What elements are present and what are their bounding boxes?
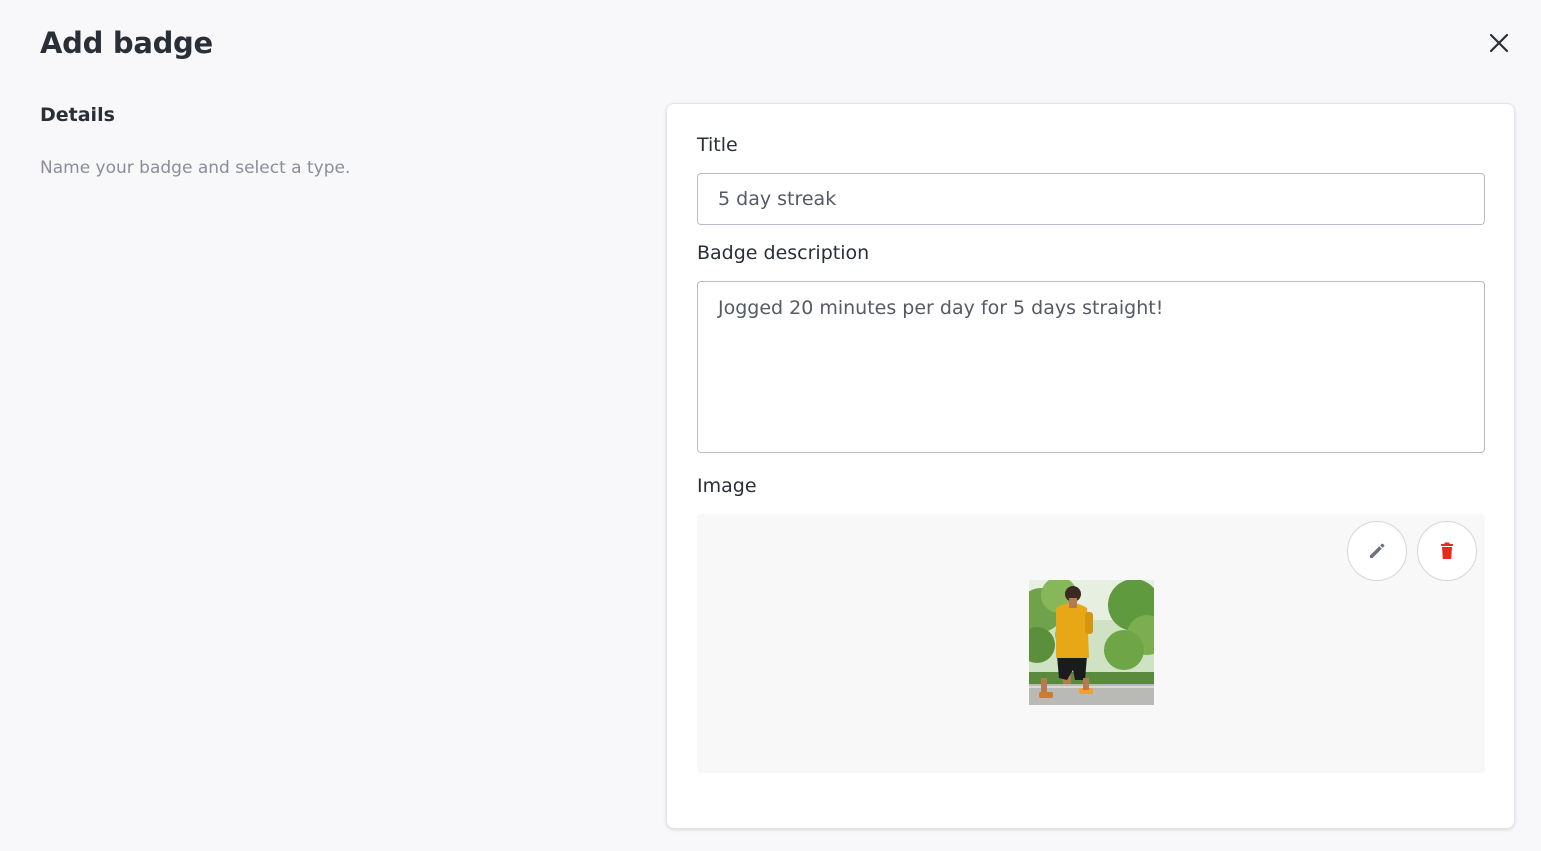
badge-image-thumbnail: [1029, 580, 1154, 705]
page-title: Add badge: [40, 26, 213, 60]
trash-icon: [1441, 542, 1453, 559]
delete-image-button[interactable]: [1417, 521, 1477, 581]
close-button[interactable]: [1484, 28, 1514, 58]
pencil-icon: [1370, 543, 1385, 558]
title-input[interactable]: [697, 173, 1485, 225]
details-description: Name your badge and select a type.: [40, 158, 351, 178]
image-preview-area: [697, 514, 1485, 773]
title-label: Title: [697, 134, 738, 156]
details-heading: Details: [40, 104, 115, 126]
close-icon: [1489, 33, 1509, 53]
badge-description-textarea[interactable]: Jogged 20 minutes per day for 5 days str…: [697, 281, 1485, 453]
runner-photo: [1029, 580, 1154, 705]
badge-description-label: Badge description: [697, 242, 870, 264]
badge-form-card: Title Badge description Jogged 20 minute…: [666, 103, 1515, 829]
edit-image-button[interactable]: [1347, 521, 1407, 581]
image-label: Image: [697, 475, 757, 497]
